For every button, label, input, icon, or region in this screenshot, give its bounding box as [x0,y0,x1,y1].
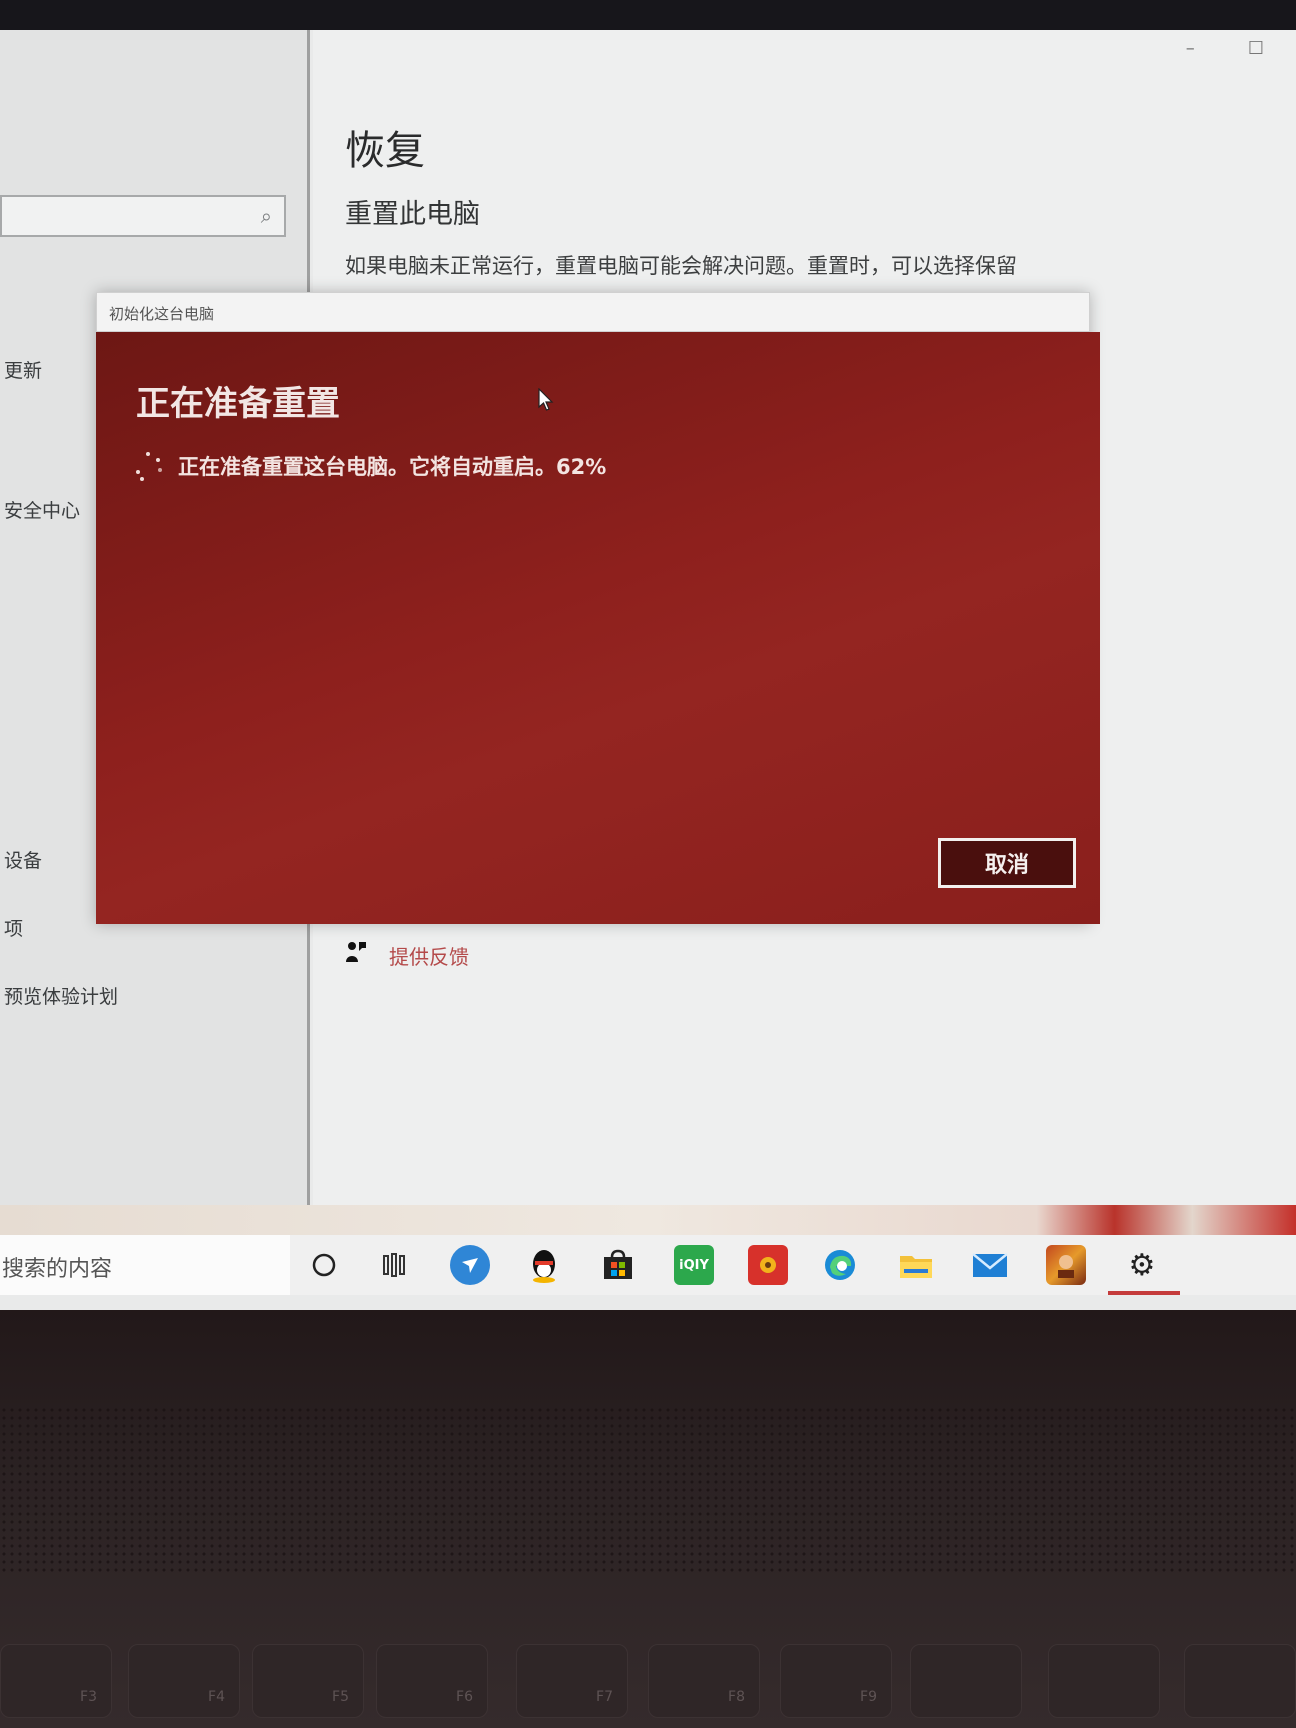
taskbar: 搜索的内容 iQIY ⚙ [0,1235,1296,1295]
search-icon[interactable]: ⌕ [261,204,272,228]
key-f8: F8 [648,1644,760,1718]
dialog-body: 正在准备重置 正在准备重置这台电脑。它将自动重启。62% 取消 [96,332,1100,924]
iqiyi-icon[interactable]: iQIY [674,1245,714,1285]
key-f6: F6 [376,1644,488,1718]
key-lock [910,1644,1022,1718]
reset-dialog: 初始化这台电脑 正在准备重置 正在准备重置这台电脑。它将自动重启。62% 取消 [96,292,1100,924]
sidebar-item-security[interactable]: 安全中心 [4,496,80,523]
microsoft-store-icon[interactable] [598,1245,638,1285]
cortana-circle-icon[interactable] [304,1245,344,1285]
dialog-titlebar: 初始化这台电脑 [96,292,1090,332]
cancel-button[interactable]: 取消 [938,838,1076,888]
reset-description: 如果电脑未正常运行，重置电脑可能会解决问题。重置时，可以选择保留 [345,254,1017,278]
dialog-heading: 正在准备重置 [136,384,340,424]
dialog-title: 初始化这台电脑 [109,305,215,323]
sidebar-item-misc[interactable]: 项 [4,914,23,941]
key-blank [1048,1644,1160,1718]
qq-icon[interactable] [524,1245,564,1285]
mail-icon[interactable] [970,1245,1010,1285]
game-icon[interactable] [1046,1245,1086,1285]
settings-gear-icon[interactable]: ⚙ [1122,1245,1162,1285]
settings-search-input[interactable]: ⌕ [0,195,286,237]
laptop-keyboard-area: F3 F4 F5 F6 F7 F8 F9 [0,1310,1296,1728]
progress-row: 正在准备重置这台电脑。它将自动重启。62% [132,450,606,482]
key-f9: F9 [780,1644,892,1718]
feedback-link[interactable]: 提供反馈 [389,941,469,970]
page-title: 恢复 [345,128,425,174]
feishu-icon[interactable] [450,1245,490,1285]
laptop-screen: ⌕ 更新 安全中心 设备 项 预览体验计划 – ☐ 恢复 重置此电脑 如果电脑未… [0,30,1296,1310]
speaker-grill [0,1406,1296,1576]
feedback-icon [345,940,367,970]
desktop-wallpaper [0,1205,1296,1235]
progress-text: 正在准备重置这台电脑。它将自动重启。62% [178,455,607,479]
key-f5: F5 [252,1644,364,1718]
app-red-icon[interactable] [748,1245,788,1285]
key-last [1184,1644,1296,1718]
sidebar-item-update[interactable]: 更新 [4,356,42,383]
spinner-icon [132,450,164,482]
key-f7: F7 [516,1644,628,1718]
minimize-button[interactable]: – [1160,38,1220,59]
taskbar-search-box[interactable]: 搜索的内容 [0,1235,290,1295]
section-title: 重置此电脑 [345,199,480,230]
file-explorer-icon[interactable] [896,1245,936,1285]
window-controls: – ☐ [1160,38,1286,59]
maximize-button[interactable]: ☐ [1226,38,1286,59]
feedback-row[interactable]: 提供反馈 [345,940,469,970]
edge-icon[interactable] [820,1245,860,1285]
task-view-icon[interactable] [376,1245,416,1285]
key-f4: F4 [128,1644,240,1718]
sidebar-item-insider[interactable]: 预览体验计划 [4,982,118,1009]
taskbar-search-placeholder: 搜索的内容 [2,1257,113,1282]
key-f3: F3 [0,1644,112,1718]
sidebar-item-device[interactable]: 设备 [4,846,42,873]
taskbar-active-indicator [1108,1291,1180,1295]
